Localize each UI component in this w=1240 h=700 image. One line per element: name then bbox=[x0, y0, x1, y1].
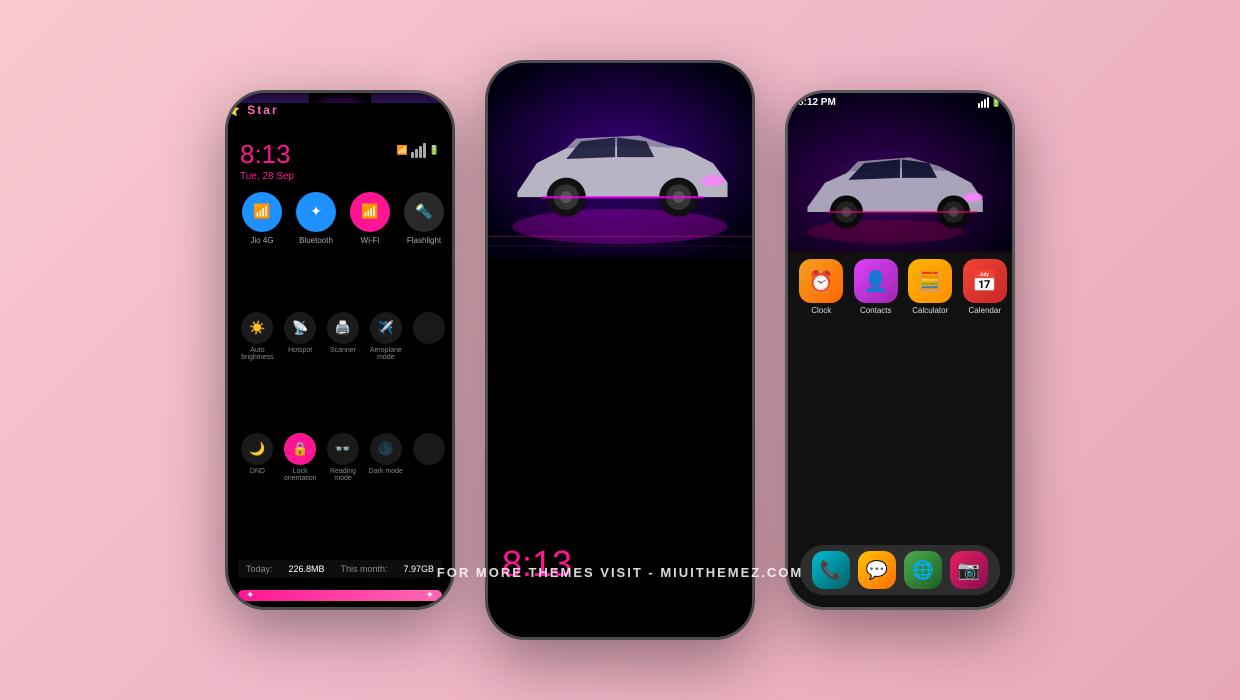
phone-2-time: 8:13 bbox=[502, 543, 755, 640]
quick-jio4g[interactable]: 📶 Jio 4G bbox=[238, 192, 286, 305]
phone-2-screen: Jio 4G | Idea 📶 🔋 8:13 Tue 28 / 09 bbox=[488, 63, 752, 637]
extra1-icon bbox=[413, 312, 445, 344]
bluetooth-label: Bluetooth bbox=[299, 236, 333, 245]
quick-scanner[interactable]: 🖨️ Scanner bbox=[324, 312, 363, 427]
watermark: FOR MORE THEMES VISIT - MIUITHEMEZ.COM bbox=[437, 565, 803, 580]
phone-1: ⭐ Star bbox=[225, 90, 455, 610]
calendar-name: Calendar bbox=[969, 306, 1001, 315]
calculator-name: Calculator bbox=[912, 306, 948, 315]
dark-mode-icon: 🌑 bbox=[370, 433, 402, 465]
phone-3: 8:12 PM 🔋 bbox=[785, 90, 1015, 610]
quick-extra1 bbox=[409, 312, 448, 427]
phone-2: Jio 4G | Idea 📶 🔋 8:13 Tue 28 / 09 bbox=[485, 60, 755, 640]
scanner-icon: 🖨️ bbox=[327, 312, 359, 344]
contacts-icon: 👤 bbox=[854, 259, 898, 303]
phone-3-dock: 📞 💬 🌐 📷 bbox=[800, 545, 1000, 595]
quick-reading-mode[interactable]: 👓 Reading mode bbox=[324, 433, 363, 548]
wifi-label: Wi-Fi bbox=[361, 236, 380, 245]
phone-3-status: 8:12 PM 🔋 bbox=[798, 97, 1002, 108]
jio4g-icon: 📶 bbox=[242, 192, 282, 232]
data-usage: Today: 226.8MB This month: 7.97GB bbox=[238, 560, 442, 578]
calculator-icon: 🧮 bbox=[908, 259, 952, 303]
signal-icon: 📶 bbox=[397, 145, 408, 156]
dnd-label: DND bbox=[250, 468, 265, 475]
flashlight-label: Flashlight bbox=[407, 236, 441, 245]
phone-1-hero: ⭐ Star bbox=[228, 93, 452, 131]
phone-1-date: Tue, 28 Sep bbox=[240, 171, 294, 182]
brightness-bar[interactable]: ✦ ✦ bbox=[238, 590, 442, 601]
car-illustration-3 bbox=[788, 93, 1012, 253]
phone-3-screen: 8:12 PM 🔋 bbox=[788, 93, 1012, 607]
jio4g-label: Jio 4G bbox=[250, 236, 273, 245]
brightness-min-icon: ✦ bbox=[246, 590, 254, 601]
signal-area: 📶 🔋 bbox=[397, 143, 440, 158]
quick-wifi[interactable]: 📶 Wi-Fi bbox=[346, 192, 394, 305]
star-logo: ⭐ Star bbox=[228, 103, 452, 131]
extra2-icon bbox=[413, 433, 445, 465]
quick-aeroplane[interactable]: ✈️ Aeroplane mode bbox=[366, 312, 405, 427]
dock-camera-icon[interactable]: 📷 bbox=[950, 551, 988, 589]
wifi-icon: 📶 bbox=[350, 192, 390, 232]
bluetooth-icon: ✦ bbox=[296, 192, 336, 232]
reading-mode-label: Reading mode bbox=[324, 468, 363, 482]
quick-bluetooth[interactable]: ✦ Bluetooth bbox=[292, 192, 340, 305]
phone-3-hero: 8:12 PM 🔋 bbox=[788, 93, 1012, 253]
aeroplane-icon: ✈️ bbox=[370, 312, 402, 344]
today-val: 226.8MB bbox=[288, 564, 324, 574]
clock-icon: ⏰ bbox=[799, 259, 843, 303]
dark-mode-label: Dark mode bbox=[369, 468, 403, 475]
brightness-max-icon: ✦ bbox=[426, 590, 434, 601]
phone3-signal: 🔋 bbox=[978, 97, 1002, 108]
quick-hotspot[interactable]: 📡 Hotspot bbox=[281, 312, 320, 427]
reading-mode-icon: 👓 bbox=[327, 433, 359, 465]
quick-grid-1: 📶 Jio 4G ✦ Bluetooth 📶 Wi-Fi 🔦 Flashligh… bbox=[228, 184, 455, 313]
contacts-name: Contacts bbox=[860, 306, 892, 315]
quick-extra2 bbox=[409, 433, 448, 548]
dock-messages-icon[interactable]: 💬 bbox=[858, 551, 896, 589]
phones-container: ⭐ Star bbox=[225, 60, 1015, 640]
phone3-time: 8:12 PM bbox=[798, 97, 836, 108]
auto-brightness-icon: ☀️ bbox=[241, 312, 273, 344]
lock-orientation-label: Lock orientation bbox=[281, 468, 320, 482]
phone-1-time: 8:13 bbox=[240, 139, 294, 170]
dnd-icon: 🌙 bbox=[241, 433, 273, 465]
today-label: Today: bbox=[246, 564, 273, 574]
phone-2-hero bbox=[488, 63, 752, 258]
flashlight-icon: 🔦 bbox=[404, 192, 444, 232]
quick-dnd[interactable]: 🌙 DND bbox=[238, 433, 277, 548]
dock-chrome-icon[interactable]: 🌐 bbox=[904, 551, 942, 589]
quick-grid-3: 🌙 DND 🔒 Lock orientation 👓 Reading mode … bbox=[228, 433, 455, 554]
lock-orientation-icon: 🔒 bbox=[284, 433, 316, 465]
phone-1-screen: ⭐ Star bbox=[228, 93, 452, 607]
quick-grid-2: ☀️ Auto brightness 📡 Hotspot 🖨️ Scanner … bbox=[228, 312, 455, 433]
quick-flashlight[interactable]: 🔦 Flashlight bbox=[400, 192, 448, 305]
quick-auto-brightness[interactable]: ☀️ Auto brightness bbox=[238, 312, 277, 427]
phone-1-status: 8:13 Tue, 28 Sep 📶 🔋 bbox=[228, 131, 452, 184]
month-val: 7.97GB bbox=[403, 564, 434, 574]
clock-name: Clock bbox=[811, 306, 831, 315]
month-label: This month: bbox=[340, 564, 387, 574]
quick-lock-orientation[interactable]: 🔒 Lock orientation bbox=[281, 433, 320, 548]
quick-dark-mode[interactable]: 🌑 Dark mode bbox=[366, 433, 405, 548]
hotspot-label: Hotspot bbox=[288, 347, 312, 354]
scanner-label: Scanner bbox=[330, 347, 356, 354]
aeroplane-label: Aeroplane mode bbox=[366, 347, 405, 361]
auto-brightness-label: Auto brightness bbox=[238, 347, 277, 361]
phone3-battery: 🔋 bbox=[991, 97, 1002, 108]
hotspot-icon: 📡 bbox=[284, 312, 316, 344]
car-illustration-2 bbox=[488, 63, 752, 258]
calendar-icon: 📅 bbox=[963, 259, 1007, 303]
dock-phone-icon[interactable]: 📞 bbox=[812, 551, 850, 589]
battery-icon: 🔋 bbox=[429, 145, 440, 156]
